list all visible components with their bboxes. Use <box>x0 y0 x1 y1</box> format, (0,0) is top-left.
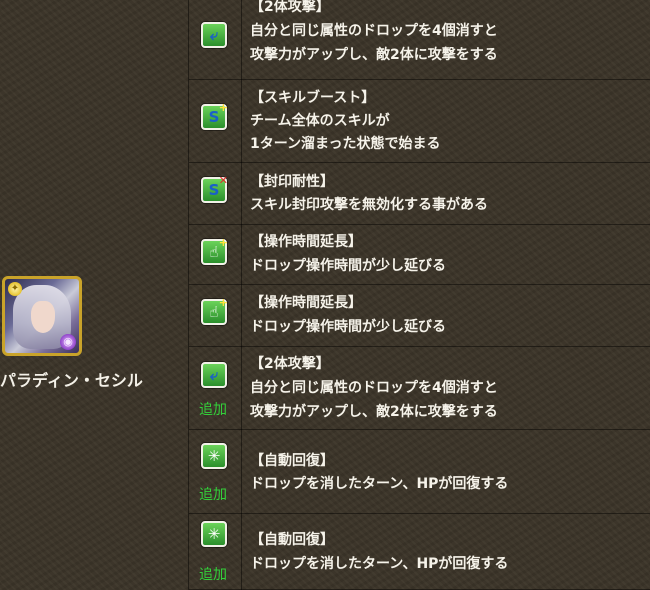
awakening-description: ドロップを消したターン、HPが回復する <box>250 476 509 492</box>
two-pronged-attack-icon[interactable]: ⤶ <box>201 362 227 388</box>
awakening-description: ドロップを消したターン、HPが回復する <box>250 556 509 572</box>
awakening-description: チーム全体のスキルが <box>250 113 390 129</box>
character-cell: ✦ ◉ パラディン・セシル <box>0 0 188 590</box>
character-portrait[interactable]: ✦ ◉ <box>2 276 82 356</box>
awakening-row: ☝ + 【操作時間延長】 ドロップ操作時間が少し延びる <box>189 225 650 285</box>
character-name: パラディン・セシル <box>0 371 143 390</box>
awakening-description: ドロップ操作時間が少し延びる <box>250 258 446 274</box>
awakening-row: ⤶ 【2体攻撃】 自分と同じ属性のドロップを4個消すと 攻撃力がアップし、敵2体… <box>189 0 650 80</box>
time-extend-icon[interactable]: ☝ + <box>201 297 228 325</box>
auto-recover-icon[interactable]: ✳ <box>201 443 227 469</box>
awakening-row: ☝ + 【操作時間延長】 ドロップ操作時間が少し延びる <box>189 285 650 347</box>
awakening-description: ドロップ操作時間が少し延びる <box>250 319 446 335</box>
awakening-description: 攻撃力がアップし、敵2体に攻撃をする <box>250 47 498 63</box>
awakening-description: スキル封印攻撃を無効化する事がある <box>250 197 488 213</box>
added-label: 追加 <box>199 402 227 418</box>
added-label: 追加 <box>199 487 227 503</box>
awakening-title: 【自動回復】 <box>250 453 334 469</box>
awakening-title: 【2体攻撃】 <box>250 0 330 15</box>
two-pronged-attack-icon[interactable]: ⤶ <box>201 22 227 48</box>
awakening-row: S ✕ 【封印耐性】 スキル封印攻撃を無効化する事がある <box>189 163 650 225</box>
awakening-description: 自分と同じ属性のドロップを4個消すと <box>250 380 498 396</box>
awakening-title: 【スキルブースト】 <box>250 90 376 106</box>
awakening-row: ✳ 追加 【自動回復】 ドロップを消したターン、HPが回復する <box>189 430 650 514</box>
awakening-row: S + 【スキルブースト】 チーム全体のスキルが 1ターン溜まった状態で始まる <box>189 80 650 163</box>
awakening-title: 【操作時間延長】 <box>250 295 362 311</box>
time-extend-icon[interactable]: ☝ + <box>201 237 228 265</box>
auto-recover-icon[interactable]: ✳ <box>201 521 227 547</box>
added-label: 追加 <box>199 567 227 583</box>
skill-boost-icon[interactable]: S + <box>201 102 228 130</box>
awakening-row: ⤶ 追加 【2体攻撃】 自分と同じ属性のドロップを4個消すと 攻撃力がアップし、… <box>189 347 650 430</box>
awakening-description: 自分と同じ属性のドロップを4個消すと <box>250 23 498 39</box>
awakening-title: 【自動回復】 <box>250 532 334 548</box>
awakening-title: 【封印耐性】 <box>250 174 334 190</box>
portrait-face <box>31 301 55 333</box>
dark-attribute-icon: ◉ <box>60 334 76 350</box>
awakening-title: 【2体攻撃】 <box>250 356 330 372</box>
awakening-description: 1ターン溜まった状態で始まる <box>250 136 441 152</box>
skill-bind-resist-icon[interactable]: S ✕ <box>201 175 228 203</box>
awakening-row: ✳ 追加 【自動回復】 ドロップを消したターン、HPが回復する <box>189 514 650 590</box>
awakening-description: 攻撃力がアップし、敵2体に攻撃をする <box>250 404 498 420</box>
awakening-title: 【操作時間延長】 <box>250 234 362 250</box>
light-attribute-icon: ✦ <box>8 282 22 296</box>
